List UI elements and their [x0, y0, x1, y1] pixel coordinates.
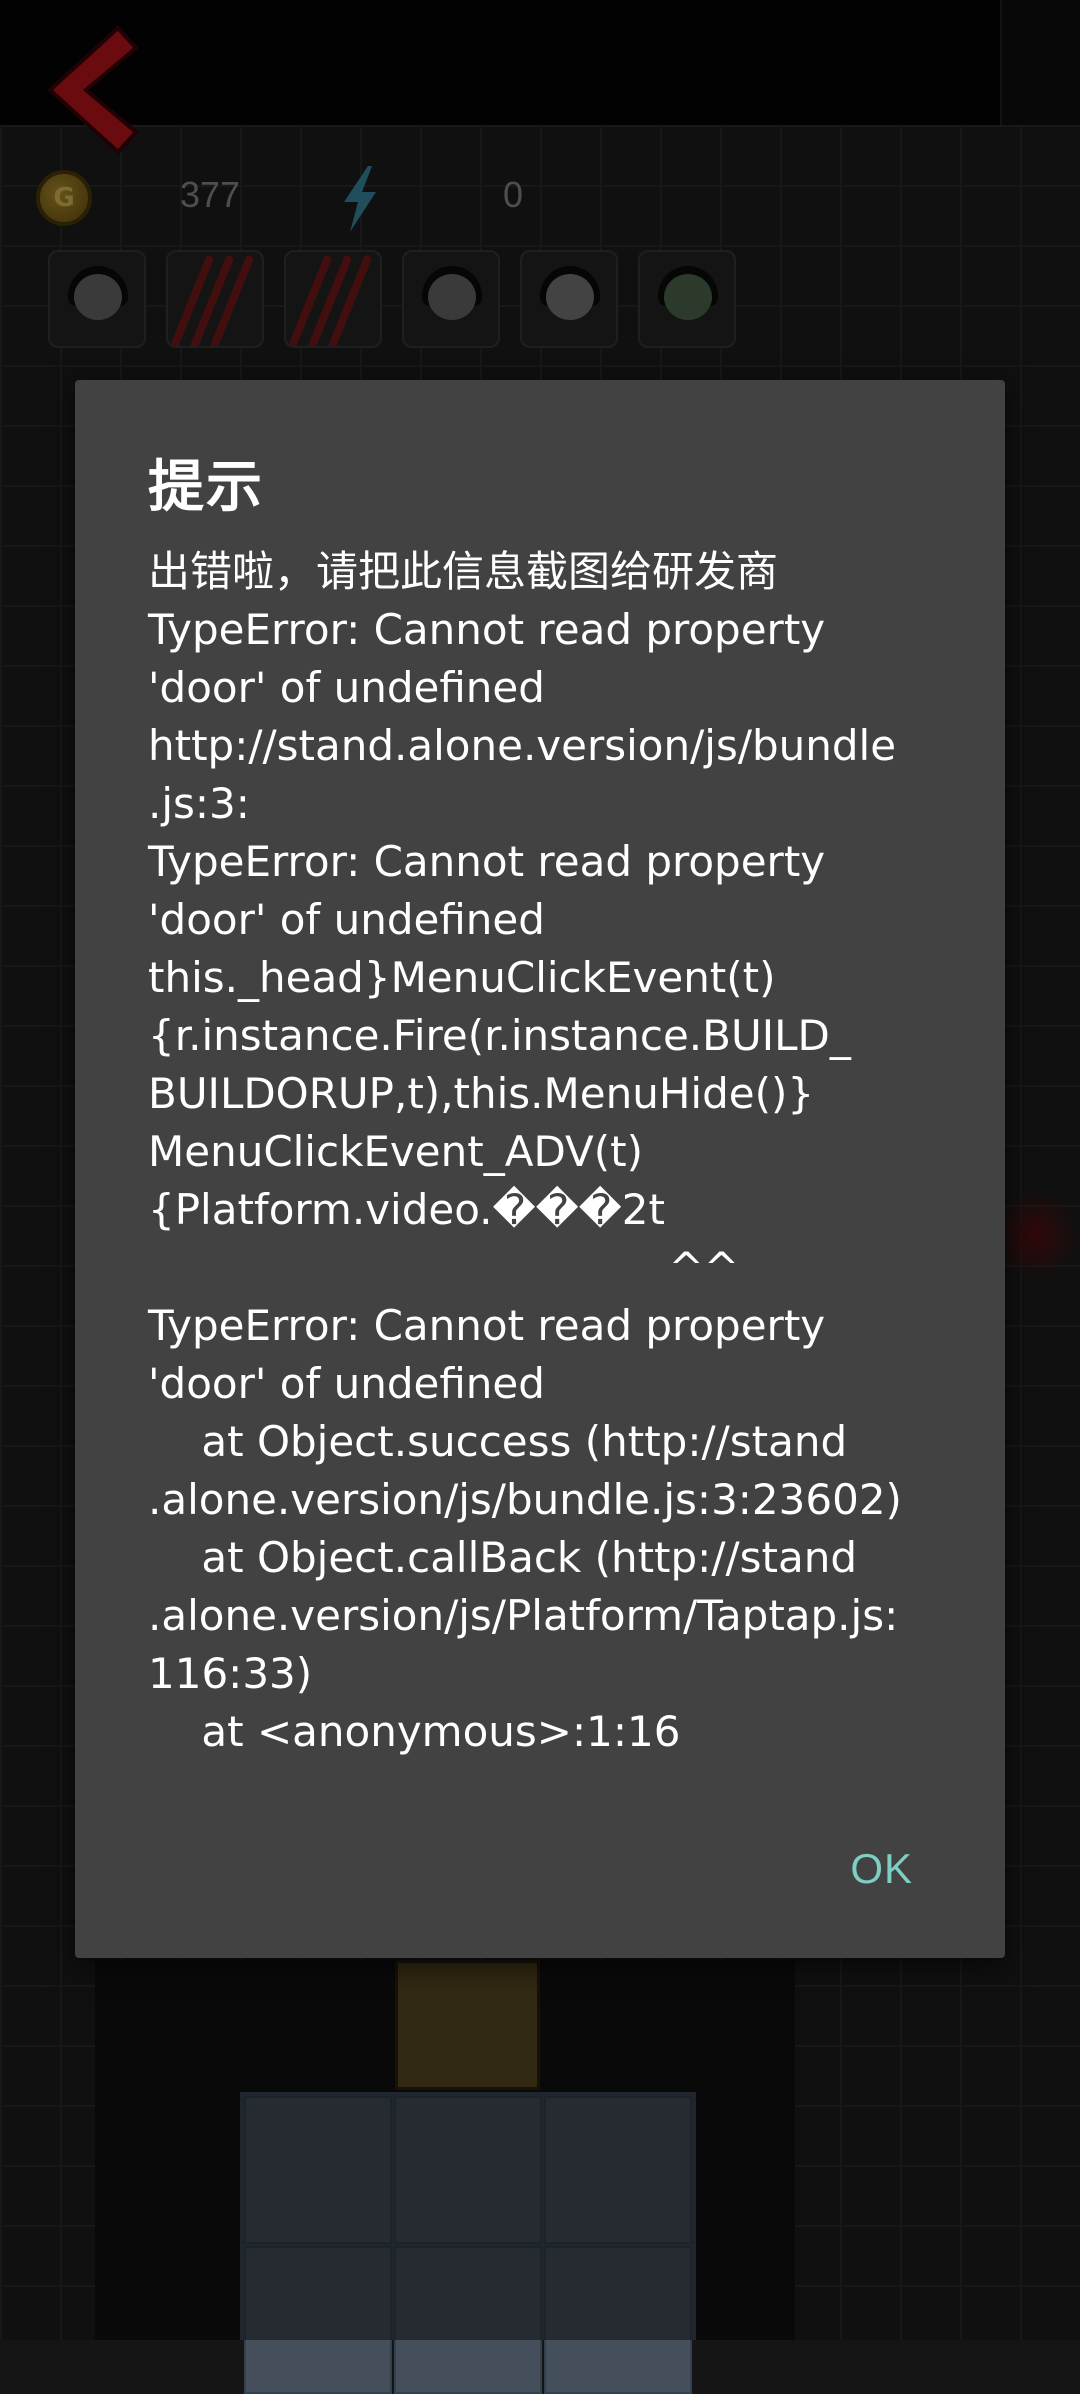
message-line: TypeError: Cannot read property: [148, 605, 826, 654]
ok-button[interactable]: OK: [840, 1835, 923, 1903]
message-line: at Object.callBack (http://stand: [148, 1533, 857, 1582]
message-line: 116:33): [148, 1649, 313, 1698]
message-line: http://stand.alone.version/js/bundle: [148, 721, 897, 770]
message-line: TypeError: Cannot read property: [148, 1301, 826, 1350]
message-line: {Platform.video.���2t: [148, 1185, 665, 1234]
message-line: 'door' of undefined: [148, 663, 545, 712]
message-line: TypeError: Cannot read property: [148, 837, 826, 886]
message-line: ^^: [148, 1243, 740, 1292]
message-line: {r.instance.Fire(r.instance.BUILD_: [148, 1011, 851, 1060]
message-line: this._head}MenuClickEvent(t): [148, 953, 776, 1002]
message-line: 出错啦，请把此信息截图给研发商: [148, 547, 779, 596]
message-line: MenuClickEvent_ADV(t): [148, 1127, 644, 1176]
message-line: .alone.version/js/bundle.js:3:23602): [148, 1475, 902, 1524]
message-line: 'door' of undefined: [148, 895, 545, 944]
message-line: .alone.version/js/Platform/Taptap.js:: [148, 1591, 899, 1640]
dialog-message: 出错啦，请把此信息截图给研发商 TypeError: Cannot read pr…: [148, 543, 948, 1761]
dialog-title: 提示: [148, 455, 264, 520]
message-line: BUILDORUP,t),this.MenuHide()}: [148, 1069, 815, 1118]
error-dialog: 提示 出错啦，请把此信息截图给研发商 TypeError: Cannot read…: [75, 380, 1005, 1958]
message-line: at Object.success (http://stand: [148, 1417, 848, 1466]
message-line: at <anonymous>:1:16: [148, 1707, 681, 1756]
message-line: 'door' of undefined: [148, 1359, 545, 1408]
message-line: .js:3:: [148, 779, 250, 828]
